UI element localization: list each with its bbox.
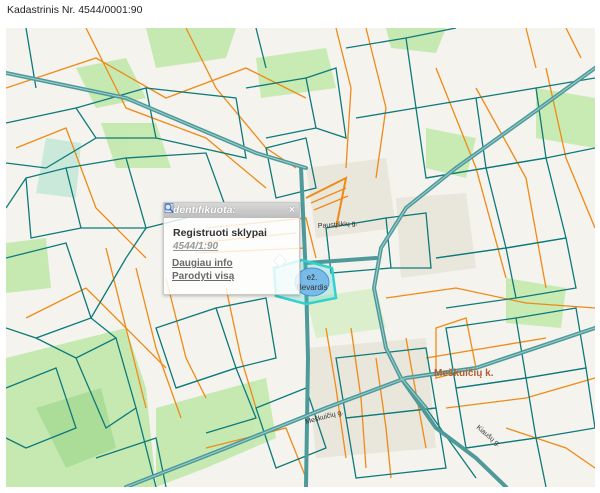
show-all-label: Parodyti visą: [172, 271, 235, 282]
popup-parcel-id[interactable]: 4544/1:90: [173, 241, 299, 252]
popup-header: Identifikuota: ×: [164, 203, 299, 218]
more-info-link[interactable]: Daugiau info: [164, 203, 299, 269]
more-info-label: Daugiau info: [172, 258, 233, 269]
cadastral-map[interactable]: ež. Bevardis Meškuičių k. Paustiškių g. …: [6, 28, 595, 487]
map-canvas[interactable]: ež. Bevardis Meškuičių k. Paustiškių g. …: [6, 28, 595, 487]
lake-label-line1: ež.: [307, 273, 318, 282]
popup-title: Identifikuota:: [170, 204, 236, 216]
lake-label-line2: Bevardis: [296, 283, 327, 292]
popup-close-button[interactable]: ×: [289, 203, 295, 218]
identify-popup: Identifikuota: × Registruoti sklypai 454…: [163, 202, 300, 295]
page-title: Kadastrinis Nr. 4544/0001:90: [7, 4, 143, 16]
magnifier-icon: [164, 203, 174, 213]
show-all-link[interactable]: Parodyti visą: [164, 203, 299, 282]
village-label: Meškuičių k.: [434, 368, 494, 379]
popup-layer-name: Registruoti sklypai: [173, 227, 267, 239]
